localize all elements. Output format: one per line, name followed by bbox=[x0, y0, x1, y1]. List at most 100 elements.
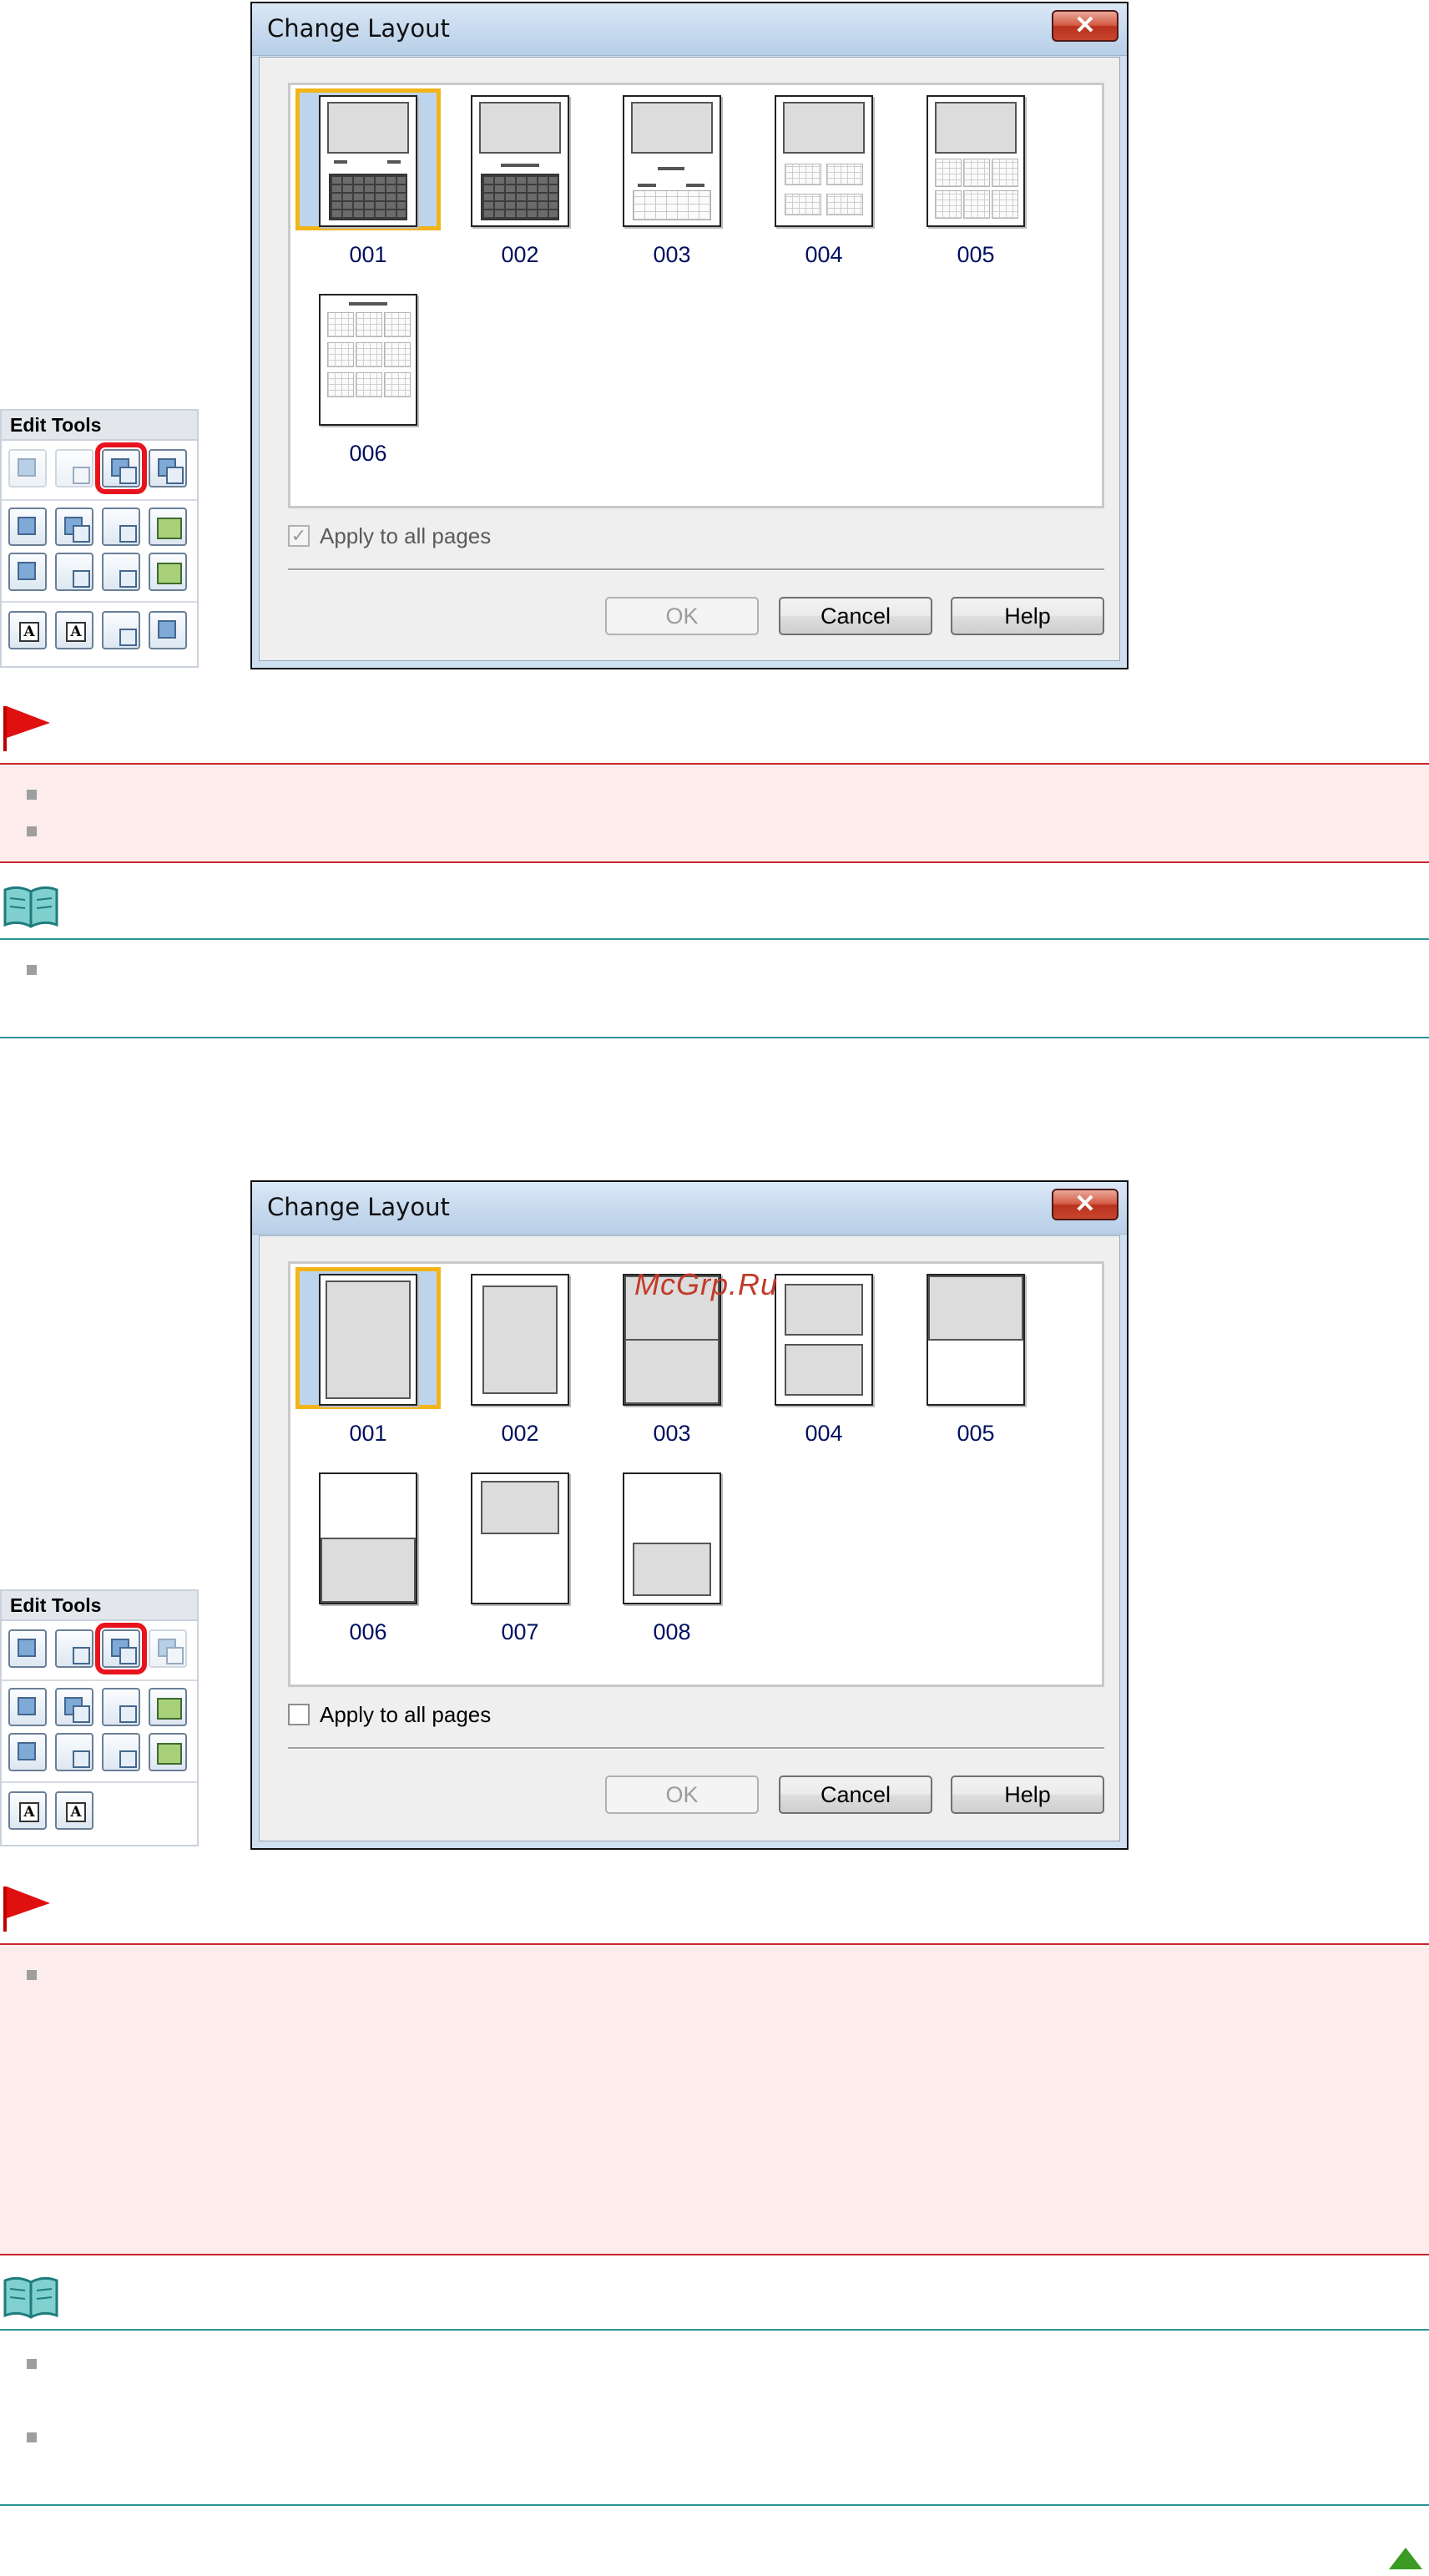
image-info-tool-icon[interactable] bbox=[149, 508, 187, 546]
dialog-divider bbox=[288, 568, 1104, 571]
add-image-tool-icon[interactable] bbox=[8, 508, 47, 546]
layout-item[interactable]: 005 bbox=[903, 1267, 1058, 1446]
frame-tool-icon[interactable] bbox=[55, 1733, 93, 1771]
bullet bbox=[27, 826, 37, 836]
bullet bbox=[27, 1970, 37, 1980]
layout-item[interactable]: 003 bbox=[599, 88, 755, 267]
layout-thumbnail bbox=[927, 1274, 1025, 1406]
layout-label: 003 bbox=[653, 1421, 691, 1446]
change-background-tool-icon[interactable] bbox=[149, 1629, 187, 1668]
red-flag-icon bbox=[3, 1887, 50, 1932]
dialog-divider bbox=[288, 1747, 1104, 1750]
dialog-client: 001 002 003 bbox=[259, 57, 1120, 661]
layout-label: 004 bbox=[805, 1421, 843, 1446]
layout-item[interactable]: 001 bbox=[295, 88, 451, 267]
layout-item[interactable]: 004 bbox=[751, 88, 906, 267]
help-button[interactable]: Help bbox=[951, 597, 1104, 635]
layout-label: 008 bbox=[653, 1619, 691, 1644]
crop-tool-icon[interactable] bbox=[8, 1733, 47, 1771]
frame-tool-icon[interactable] bbox=[55, 553, 93, 591]
rotate-image-tool-icon[interactable] bbox=[102, 1733, 140, 1771]
close-icon[interactable]: ✕ bbox=[1052, 1189, 1118, 1220]
help-button[interactable]: Help bbox=[951, 1775, 1104, 1814]
note-box bbox=[0, 2329, 1429, 2506]
layout-item[interactable]: 002 bbox=[447, 1267, 603, 1446]
red-flag-icon bbox=[3, 706, 50, 751]
apply-all-checkbox[interactable]: ✓ bbox=[288, 525, 310, 547]
add-image-tool-icon[interactable] bbox=[8, 1688, 47, 1726]
image-info-tool-icon[interactable] bbox=[149, 1688, 187, 1726]
apply-all-checkbox[interactable] bbox=[288, 1704, 310, 1725]
layout-list: 001 002 003 bbox=[288, 83, 1104, 508]
layout-thumbnail bbox=[775, 1274, 873, 1406]
crop-tool-icon[interactable] bbox=[8, 553, 47, 591]
ok-button[interactable]: OK bbox=[605, 1775, 759, 1814]
layout-thumbnail bbox=[319, 294, 417, 426]
rotate-right-tool-icon[interactable] bbox=[55, 449, 93, 487]
layout-item[interactable]: 006 bbox=[295, 287, 451, 466]
layout-label: 005 bbox=[957, 242, 995, 267]
palette-header: Edit Tools bbox=[2, 1591, 197, 1621]
apply-all-label: Apply to all pages bbox=[320, 1702, 492, 1727]
schedule-tool-icon[interactable] bbox=[149, 611, 187, 649]
layout-item[interactable]: 007 bbox=[447, 1466, 603, 1644]
edit-tools-palette: Edit Tools A A bbox=[0, 409, 199, 668]
layout-label: 002 bbox=[501, 242, 539, 267]
rotate-left-tool-icon[interactable] bbox=[8, 1629, 47, 1668]
layout-item[interactable]: 002 bbox=[447, 88, 603, 267]
note-box bbox=[0, 938, 1429, 1038]
edit-tools-palette: Edit Tools A A bbox=[0, 1589, 199, 1846]
layout-item[interactable]: 008 bbox=[599, 1466, 755, 1644]
layout-label: 002 bbox=[501, 1421, 539, 1446]
horizontal-text-tool-icon[interactable]: A bbox=[8, 611, 47, 649]
image-frame-tool-icon[interactable] bbox=[102, 508, 140, 546]
change-layout-tool-icon[interactable] bbox=[95, 442, 147, 494]
cancel-button[interactable]: Cancel bbox=[779, 1775, 932, 1814]
horizontal-text-tool-icon[interactable]: A bbox=[8, 1791, 47, 1830]
rotate-left-tool-icon[interactable] bbox=[8, 449, 47, 487]
open-book-icon bbox=[3, 886, 58, 928]
layout-thumbnail bbox=[927, 95, 1025, 227]
layout-item[interactable]: 005 bbox=[903, 88, 1058, 267]
image-frame-tool-icon[interactable] bbox=[102, 1688, 140, 1726]
layout-label: 001 bbox=[349, 242, 387, 267]
important-box bbox=[0, 1943, 1429, 2255]
ok-button[interactable]: OK bbox=[605, 597, 759, 635]
swap-image-tool-icon[interactable] bbox=[55, 1688, 93, 1726]
layout-item[interactable]: 001 bbox=[295, 1267, 451, 1446]
change-background-tool-icon[interactable] bbox=[149, 449, 187, 487]
bullet bbox=[27, 2432, 37, 2442]
vertical-text-tool-icon[interactable]: A bbox=[55, 1791, 93, 1830]
cancel-button[interactable]: Cancel bbox=[779, 597, 932, 635]
page-top-icon[interactable] bbox=[1389, 2548, 1422, 2569]
layout-item[interactable]: 006 bbox=[295, 1466, 451, 1644]
swap-image-tool-icon[interactable] bbox=[55, 508, 93, 546]
correct-image-tool-icon[interactable] bbox=[149, 1733, 187, 1771]
open-book-icon bbox=[3, 2276, 58, 2319]
bullet bbox=[27, 965, 37, 975]
change-layout-tool-icon[interactable] bbox=[95, 1623, 147, 1674]
layout-label: 006 bbox=[349, 441, 387, 466]
apply-all-label: Apply to all pages bbox=[320, 523, 492, 548]
layout-thumbnail bbox=[471, 95, 569, 227]
dialog-titlebar: Change Layout ✕ bbox=[252, 1182, 1127, 1235]
layout-thumbnail bbox=[471, 1472, 569, 1604]
close-icon[interactable]: ✕ bbox=[1052, 10, 1118, 42]
bullet bbox=[27, 790, 37, 800]
layout-thumbnail bbox=[319, 1472, 417, 1604]
palette-header: Edit Tools bbox=[2, 411, 197, 441]
bullet bbox=[27, 2359, 37, 2369]
dialog-titlebar: Change Layout ✕ bbox=[252, 3, 1127, 56]
vertical-text-tool-icon[interactable]: A bbox=[55, 611, 93, 649]
layout-label: 006 bbox=[349, 1619, 387, 1644]
dialog-title: Change Layout bbox=[267, 14, 450, 43]
layout-label: 005 bbox=[957, 1421, 995, 1446]
dialog-client: 001 002 003 bbox=[259, 1235, 1120, 1841]
calendar-settings-tool-icon[interactable] bbox=[102, 611, 140, 649]
correct-image-tool-icon[interactable] bbox=[149, 553, 187, 591]
layout-label: 004 bbox=[805, 242, 843, 267]
rotate-image-tool-icon[interactable] bbox=[102, 553, 140, 591]
watermark: McGrp.Ru bbox=[634, 1267, 779, 1301]
rotate-right-tool-icon[interactable] bbox=[55, 1629, 93, 1668]
layout-thumbnail bbox=[775, 95, 873, 227]
